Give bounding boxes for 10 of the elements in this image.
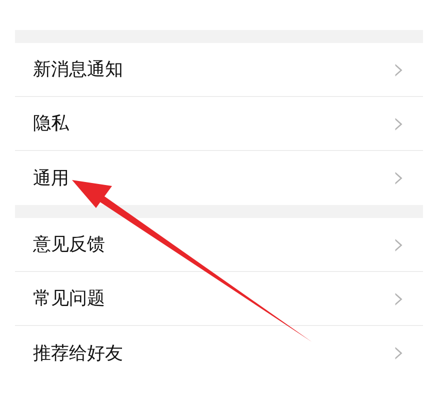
- chevron-icon: ›: [393, 230, 405, 260]
- settings-item[interactable]: 通用 ›: [15, 151, 423, 205]
- chevron-icon: ›: [393, 163, 405, 193]
- settings-item[interactable]: 新消息通知 ›: [15, 43, 423, 97]
- chevron-icon: ›: [393, 284, 405, 314]
- chevron-icon: ›: [393, 108, 405, 138]
- settings-item[interactable]: 隐私 ›: [15, 97, 423, 151]
- chevron-icon: ›: [393, 338, 405, 368]
- settings-item[interactable]: 推荐给好友 ›: [15, 326, 423, 380]
- chevron-icon: ›: [393, 54, 405, 84]
